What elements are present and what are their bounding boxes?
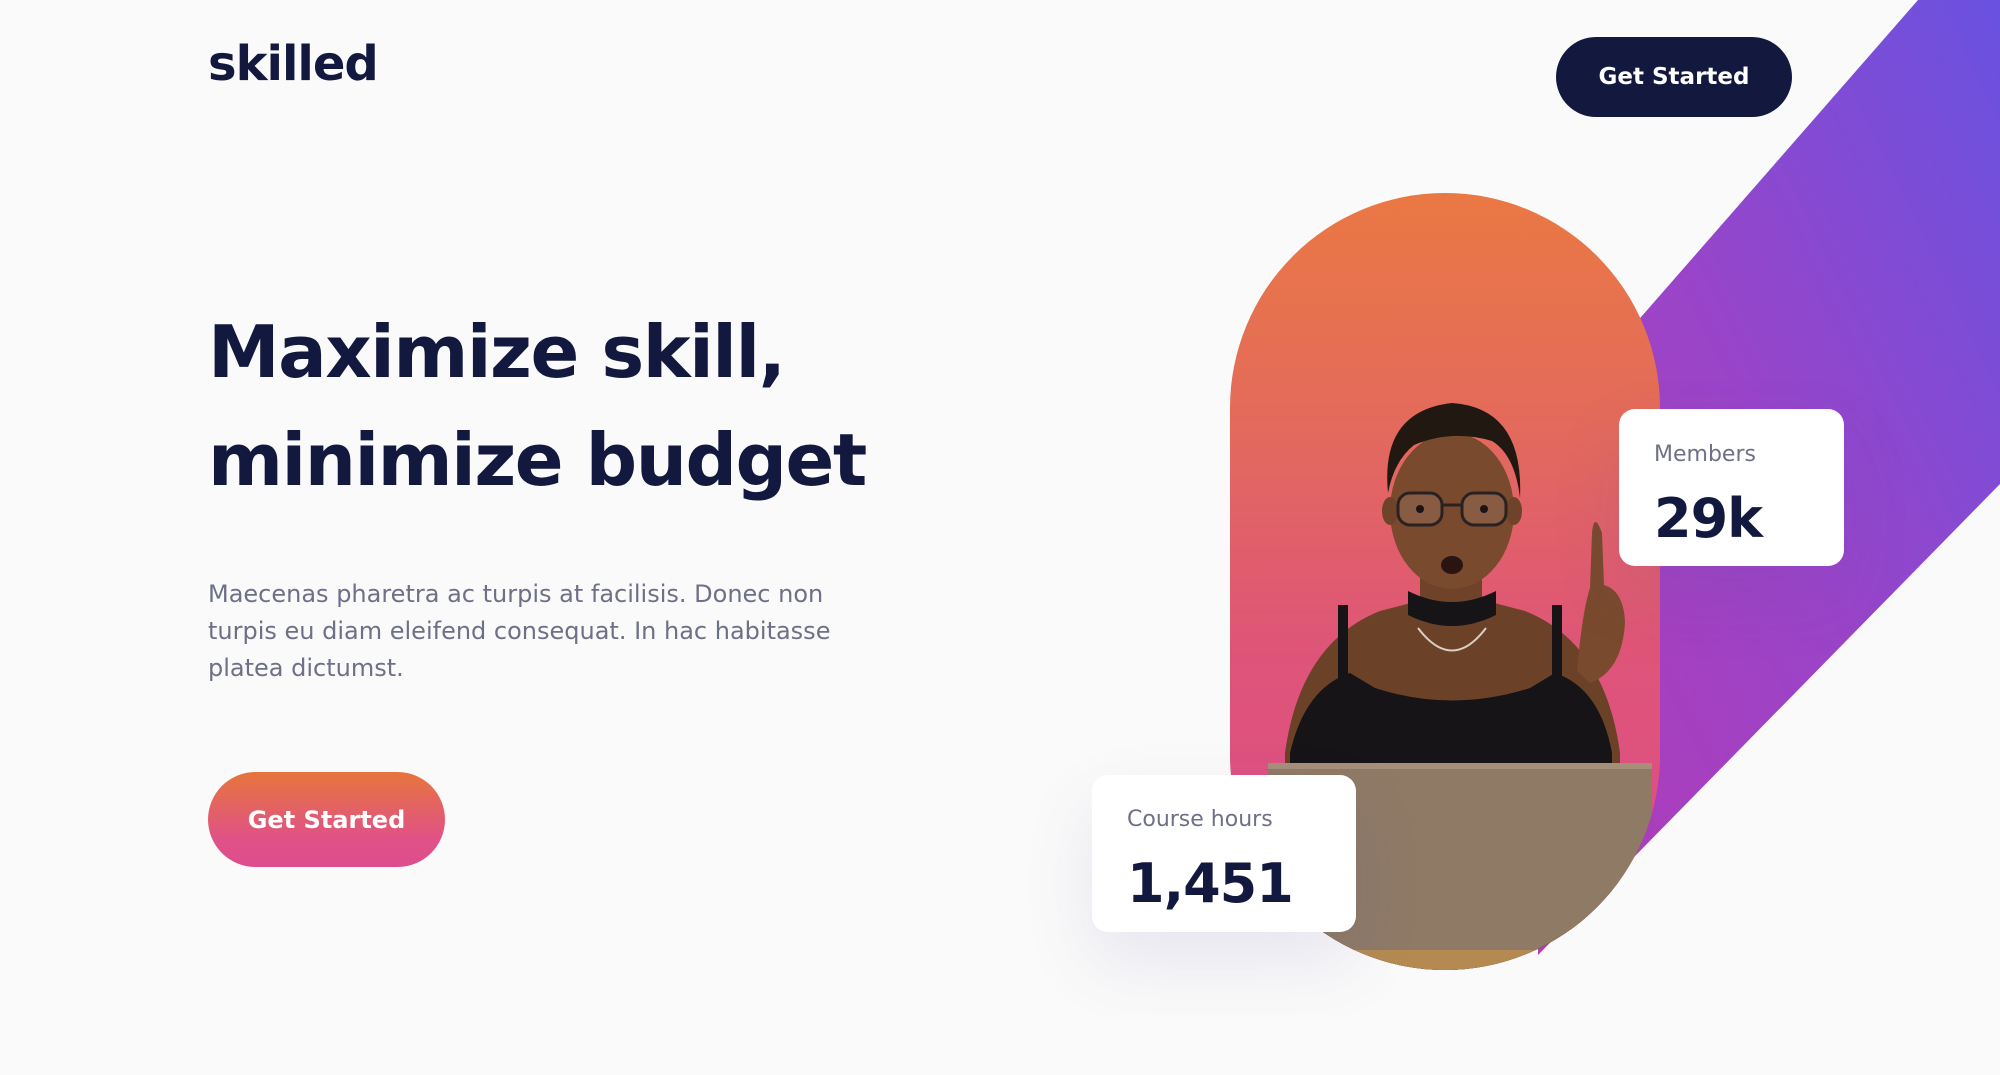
members-stat-card: Members 29k [1619, 409, 1844, 566]
members-value: 29k [1654, 487, 1763, 550]
hero-get-started-button[interactable]: Get Started [208, 772, 445, 867]
course-hours-stat-card: Course hours 1,451 [1092, 775, 1356, 932]
hero-title: Maximize skill, minimize budget [208, 298, 928, 514]
course-hours-value: 1,451 [1127, 852, 1294, 915]
logo[interactable]: skilled [208, 40, 379, 88]
course-hours-label: Course hours [1127, 807, 1273, 832]
header-get-started-button[interactable]: Get Started [1556, 37, 1792, 117]
members-label: Members [1654, 442, 1756, 467]
hero-description: Maecenas pharetra ac turpis at facilisis… [208, 580, 831, 682]
hero-title-line-1: Maximize skill, [208, 310, 786, 394]
hero-title-line-2: minimize budget [208, 418, 867, 502]
